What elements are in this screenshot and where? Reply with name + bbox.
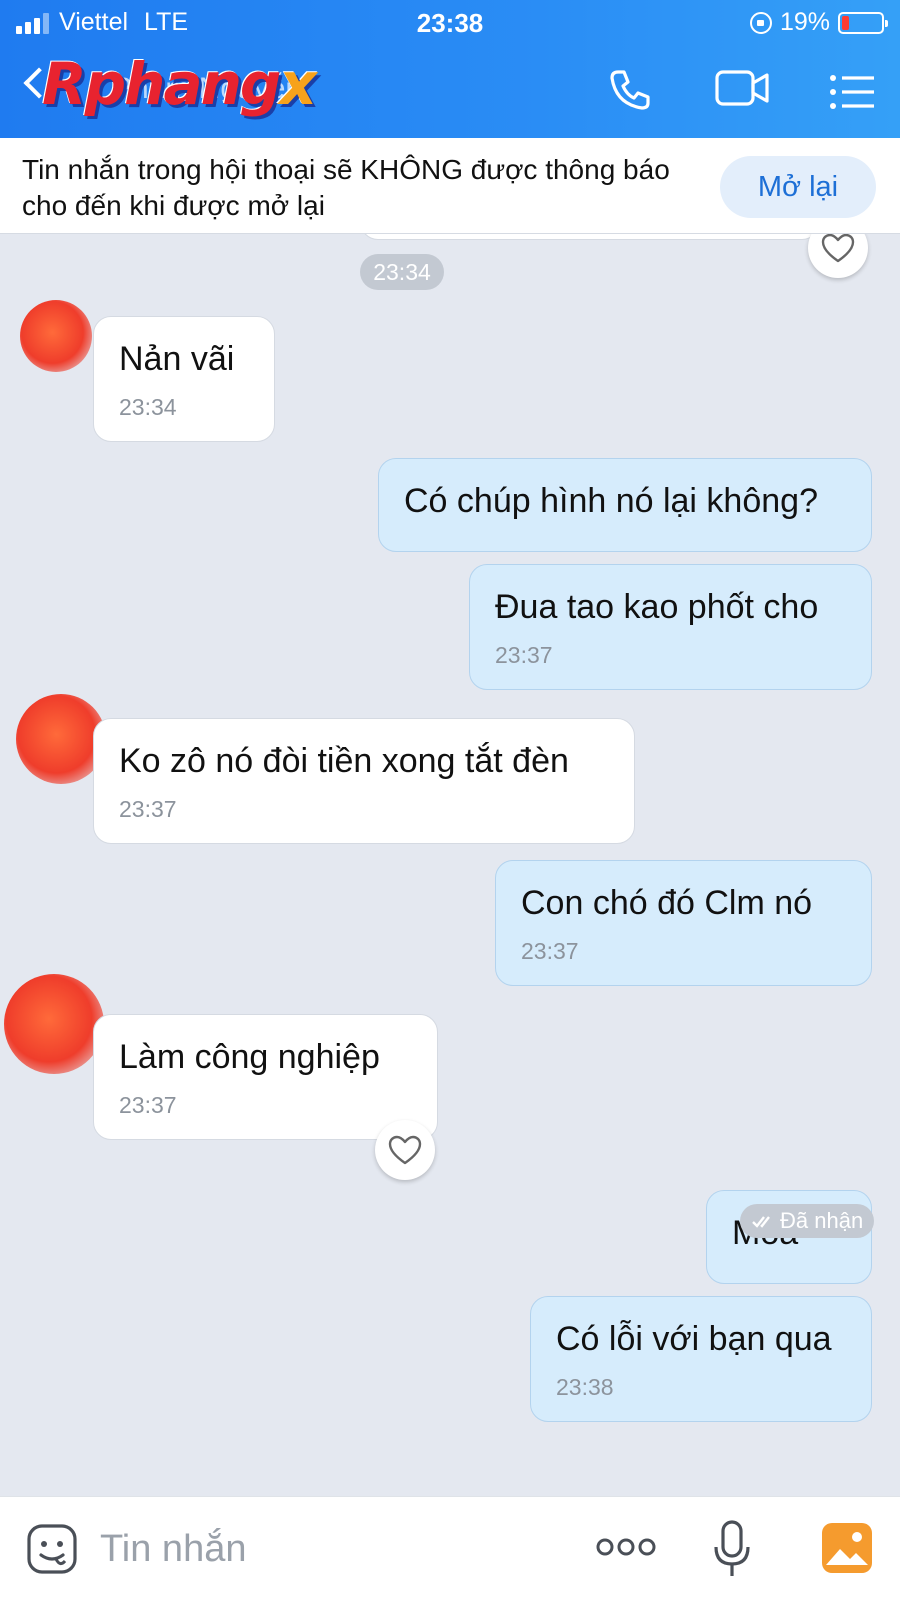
- message-composer: [0, 1496, 900, 1600]
- reopen-button[interactable]: Mở lại: [720, 156, 876, 218]
- rotation-lock-icon: [749, 11, 772, 34]
- delivery-status-badge: Đã nhận: [740, 1204, 874, 1238]
- message-text: Có lỗi với bạn qua: [556, 1320, 832, 1358]
- battery-percent: 19%: [779, 8, 830, 36]
- message-text: Làm công nghiệp: [119, 1038, 380, 1076]
- message-time: 23:38: [556, 1374, 614, 1400]
- message-text: Nản vãi: [119, 340, 235, 378]
- sender-avatar[interactable]: [4, 974, 104, 1074]
- message-text: Có chúp hình nó lại không?: [404, 482, 818, 520]
- image-icon[interactable]: [820, 1521, 874, 1575]
- message-bubble-outgoing[interactable]: Đua tao kao phốt cho 23:37: [469, 564, 872, 690]
- message-bubble-incoming[interactable]: Làm công nghiệp 23:37: [93, 1014, 438, 1140]
- heart-icon: [821, 234, 855, 263]
- message-time: 23:37: [119, 796, 177, 822]
- time-separator: 23:34: [360, 254, 444, 290]
- menu-list-icon[interactable]: [828, 72, 876, 112]
- react-heart-button[interactable]: [375, 1120, 435, 1180]
- message-time: 23:34: [119, 394, 177, 420]
- muted-notification-banner: Tin nhắn trong hội thoại sẽ KHÔNG được t…: [0, 138, 900, 234]
- message-time: 23:37: [495, 642, 553, 668]
- message-list[interactable]: 23:34 Nản vãi 23:34 Có chúp hình nó lại …: [0, 234, 900, 1496]
- chat-header: Viettel LTE 23:38 19% Phạm Nguyễn Rphang…: [0, 0, 900, 138]
- message-text: Đua tao kao phốt cho: [495, 588, 819, 626]
- message-bubble-incoming[interactable]: Ko zô nó đòi tiền xong tắt đèn 23:37: [93, 718, 635, 844]
- previous-bubble-edge: [360, 234, 820, 240]
- message-input[interactable]: [100, 1523, 540, 1575]
- double-check-icon: [752, 1216, 770, 1228]
- heart-icon: [388, 1135, 422, 1165]
- message-bubble-outgoing[interactable]: Có lỗi với bạn qua 23:38: [530, 1296, 872, 1422]
- message-bubble-outgoing[interactable]: Con chó đó Clm nó 23:37: [495, 860, 872, 986]
- sender-avatar[interactable]: [20, 300, 92, 372]
- message-time: 23:37: [521, 938, 579, 964]
- message-text: Con chó đó Clm nó: [521, 884, 813, 922]
- sticker-icon[interactable]: [26, 1523, 78, 1575]
- microphone-icon[interactable]: [712, 1519, 752, 1579]
- delivery-status-text: Đã nhận: [780, 1208, 864, 1233]
- battery-icon: [838, 11, 888, 34]
- message-bubble-outgoing[interactable]: Có chúp hình nó lại không?: [378, 458, 872, 552]
- phone-icon[interactable]: [606, 66, 654, 114]
- message-text: Ko zô nó đòi tiền xong tắt đèn: [119, 742, 569, 780]
- message-bubble-incoming[interactable]: Nản vãi 23:34: [93, 316, 275, 442]
- message-time: 23:37: [119, 1092, 177, 1118]
- banner-text: Tin nhắn trong hội thoại sẽ KHÔNG được t…: [22, 154, 670, 221]
- more-icon[interactable]: [596, 1535, 656, 1559]
- video-call-icon[interactable]: [714, 66, 770, 110]
- react-heart-button[interactable]: [808, 234, 868, 278]
- status-right: 19%: [749, 8, 888, 37]
- watermark-logo: Rphangx: [42, 50, 317, 118]
